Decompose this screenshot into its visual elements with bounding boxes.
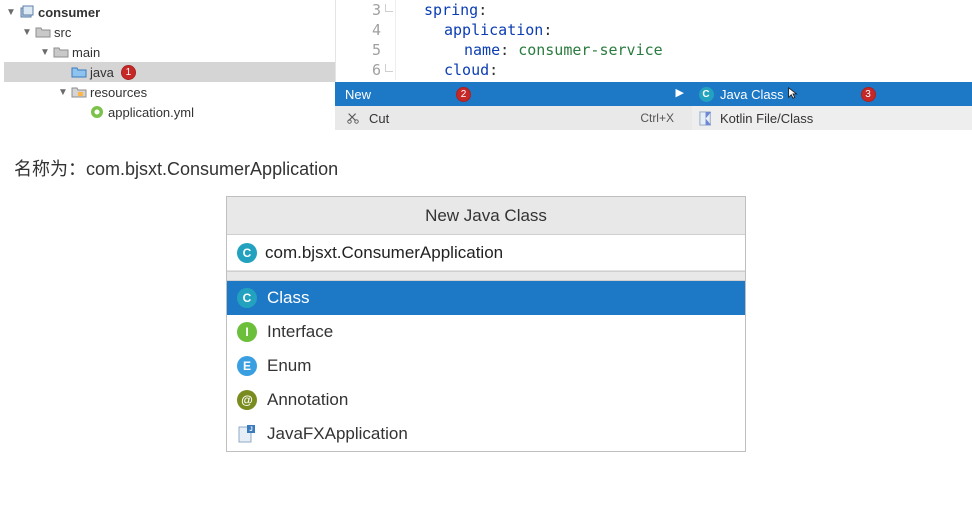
interface-icon: I: [237, 322, 257, 342]
code-editor[interactable]: 3spring:4application:5name: consumer-ser…: [335, 0, 972, 82]
editor-line[interactable]: 6cloud:: [336, 60, 972, 80]
menu-item-new[interactable]: New 2 ▶: [335, 82, 692, 106]
editor-line[interactable]: 4application:: [336, 20, 972, 40]
new-java-class-dialog: New Java Class C C Class I Interface E Enum @ A…: [226, 196, 746, 452]
kind-option-label: JavaFXApplication: [267, 424, 408, 444]
class-icon: C: [237, 243, 257, 263]
tree-item-java[interactable]: ▼ java 1: [4, 62, 335, 82]
code-text: spring:: [396, 0, 487, 20]
kind-option-enum[interactable]: E Enum: [227, 349, 745, 383]
code-text: cloud:: [396, 60, 498, 80]
expand-icon[interactable]: ▼: [22, 27, 32, 38]
expand-icon[interactable]: ▼: [58, 87, 68, 98]
folder-icon: [53, 44, 69, 60]
submenu-label: Kotlin File/Class: [720, 111, 813, 126]
menu-shortcut: Ctrl+X: [640, 111, 674, 125]
annotation-icon: @: [237, 390, 257, 410]
kind-option-interface[interactable]: I Interface: [227, 315, 745, 349]
kind-option-class[interactable]: C Class: [227, 281, 745, 315]
kind-option-label: Annotation: [267, 390, 348, 410]
svg-text:J: J: [249, 427, 252, 433]
tree-item-resources[interactable]: ▼ resources: [4, 82, 335, 102]
class-name-row[interactable]: C: [227, 235, 745, 271]
submenu-item-java-class[interactable]: C Java Class 3: [692, 82, 972, 106]
kind-option-label: Enum: [267, 356, 311, 376]
yaml-file-icon: [89, 104, 105, 120]
line-number: 3: [336, 0, 396, 20]
expand-icon[interactable]: ▼: [6, 7, 16, 18]
module-icon: [19, 4, 35, 20]
tree-item-src[interactable]: ▼ src: [4, 22, 335, 42]
tree-label: java: [90, 64, 114, 80]
callout-badge-3: 3: [861, 87, 876, 102]
instruction-text: 名称为：com.bjsxt.ConsumerApplication: [0, 130, 972, 181]
class-icon: C: [237, 288, 257, 308]
tree-label: resources: [90, 84, 147, 100]
editor-line[interactable]: 3spring:: [336, 0, 972, 20]
callout-badge-2: 2: [456, 87, 471, 102]
menu-label: New: [345, 87, 371, 102]
class-name-input[interactable]: [265, 243, 735, 263]
dialog-separator: [227, 271, 745, 281]
folder-icon: [35, 24, 51, 40]
expand-icon[interactable]: ▼: [40, 47, 50, 58]
callout-badge-1: 1: [121, 65, 136, 80]
line-number: 6: [336, 60, 396, 80]
line-number: 5: [336, 40, 396, 60]
tree-label: application.yml: [108, 104, 194, 120]
submenu-arrow-icon: ▶: [676, 86, 684, 99]
code-text: name: consumer-service: [396, 40, 663, 60]
source-folder-icon: [71, 64, 87, 80]
tree-label: src: [54, 24, 71, 40]
line-number: 4: [336, 20, 396, 40]
project-tree[interactable]: ▼ consumer ▼ src ▼ main ▼ java: [0, 0, 335, 130]
menu-item-cut[interactable]: Cut Ctrl+X: [335, 106, 692, 130]
resources-folder-icon: [71, 84, 87, 100]
editor-line[interactable]: 5name: consumer-service: [336, 40, 972, 60]
enum-icon: E: [237, 356, 257, 376]
submenu-label: Java Class: [720, 87, 784, 102]
menu-label: Cut: [369, 111, 389, 126]
class-icon: C: [698, 87, 714, 102]
tree-label: consumer: [38, 4, 100, 20]
cursor-icon: [786, 86, 800, 103]
kind-option-javafxapplication[interactable]: J JavaFXApplication: [227, 417, 745, 451]
tree-label: main: [72, 44, 100, 60]
kind-option-label: Interface: [267, 322, 333, 342]
tree-item-consumer[interactable]: ▼ consumer: [4, 2, 335, 22]
javafx-icon: J: [237, 424, 257, 444]
kotlin-file-icon: [698, 111, 714, 126]
kind-option-annotation[interactable]: @ Annotation: [227, 383, 745, 417]
code-text: application:: [396, 20, 552, 40]
tree-item-application-yml[interactable]: ▼ application.yml: [4, 102, 335, 122]
submenu-item-kotlin[interactable]: Kotlin File/Class: [692, 106, 972, 130]
dialog-title: New Java Class: [227, 197, 745, 235]
scissors-icon: [345, 111, 361, 125]
kind-option-label: Class: [267, 288, 310, 308]
context-menu[interactable]: New 2 ▶ C Java Class 3: [335, 82, 972, 130]
tree-item-main[interactable]: ▼ main: [4, 42, 335, 62]
